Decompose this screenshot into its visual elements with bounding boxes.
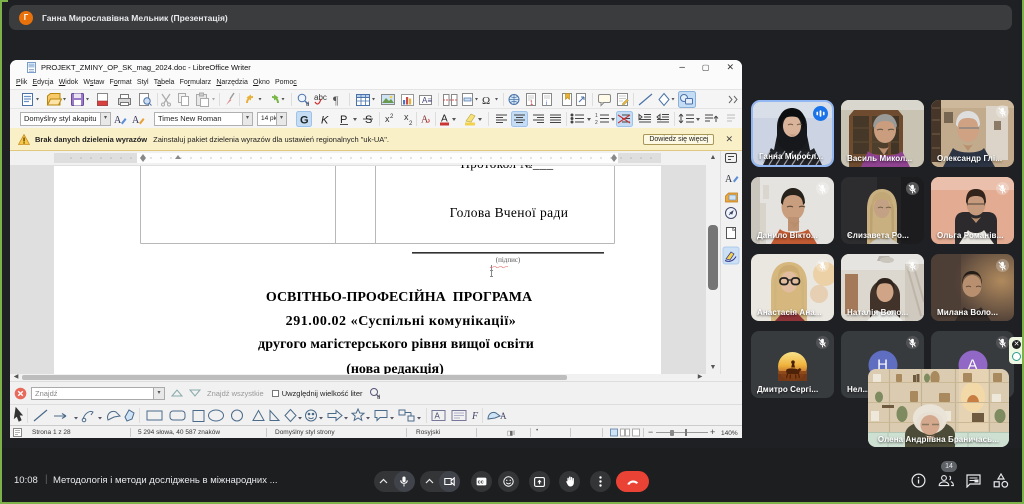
svg-text:d: d <box>377 395 380 400</box>
svg-text:A: A <box>435 411 441 420</box>
svg-text:A: A <box>500 411 507 421</box>
svg-text:A: A <box>132 115 140 126</box>
svg-text:1: 1 <box>595 113 598 119</box>
svg-text:i: i <box>546 101 547 107</box>
svg-text:A: A <box>114 115 122 126</box>
svg-text:2: 2 <box>390 114 394 120</box>
svg-text:S: S <box>365 114 372 126</box>
svg-text:¶: ¶ <box>333 93 339 107</box>
svg-text:cc: cc <box>478 480 484 486</box>
svg-text:A: A <box>421 115 429 126</box>
svg-text:2: 2 <box>595 120 598 126</box>
svg-text:Ω: Ω <box>482 95 490 107</box>
svg-text:K: K <box>321 115 329 127</box>
svg-text:2: 2 <box>409 121 413 127</box>
svg-text:G: G <box>300 115 309 127</box>
svg-text:d: d <box>306 102 309 108</box>
svg-text:F: F <box>471 411 479 422</box>
svg-text:A≡: A≡ <box>422 96 432 105</box>
svg-text:A: A <box>725 174 733 185</box>
